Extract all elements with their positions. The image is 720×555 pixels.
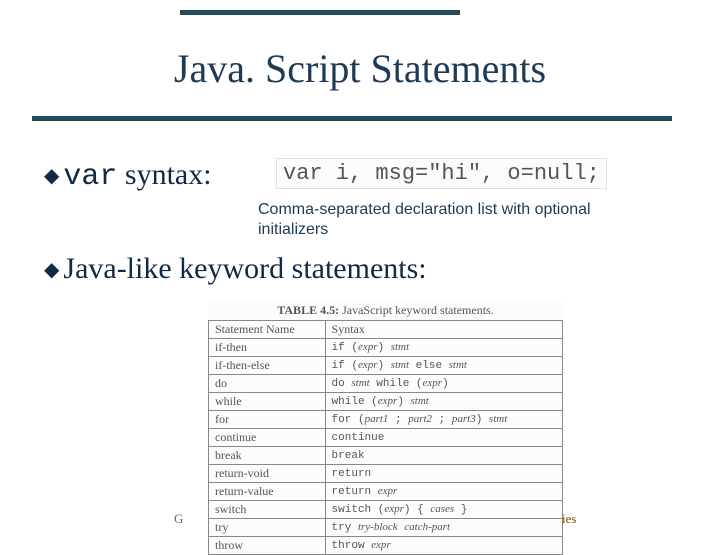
statement-syntax-cell: return bbox=[325, 465, 562, 483]
statement-syntax-cell: while (expr) stmt bbox=[325, 393, 562, 411]
statement-syntax-cell: return expr bbox=[325, 483, 562, 501]
statement-syntax-cell: break bbox=[325, 447, 562, 465]
statement-name-cell: try bbox=[209, 519, 326, 537]
bullet-var-rest: syntax: bbox=[117, 158, 211, 191]
bullet-icon: ◆ bbox=[44, 259, 59, 281]
table-caption-label: TABLE 4.5: bbox=[277, 303, 339, 317]
statement-name-cell: switch bbox=[209, 501, 326, 519]
statement-name-cell: continue bbox=[209, 429, 326, 447]
table-caption: TABLE 4.5: JavaScript keyword statements… bbox=[208, 300, 563, 320]
title-underline bbox=[32, 116, 672, 121]
statement-name-cell: break bbox=[209, 447, 326, 465]
table-row: dodo stmt while (expr) bbox=[209, 375, 563, 393]
table-row: breakbreak bbox=[209, 447, 563, 465]
table-header-name: Statement Name bbox=[209, 321, 326, 339]
statement-name-cell: if-then-else bbox=[209, 357, 326, 375]
bullet-java-like-text: Java-like keyword statements: bbox=[63, 252, 426, 285]
bullet-var-code: var bbox=[63, 160, 117, 194]
statement-name-cell: if-then bbox=[209, 339, 326, 357]
statement-syntax-cell: continue bbox=[325, 429, 562, 447]
var-example-code: var i, msg="hi", o=null; bbox=[276, 158, 607, 189]
footer-right-fragment: ies bbox=[562, 511, 576, 527]
statement-syntax-cell: for (part1 ; part2 ; part3) stmt bbox=[325, 411, 562, 429]
statement-syntax-cell: switch (expr) { cases } bbox=[325, 501, 562, 519]
statement-syntax-cell: if (expr) stmt bbox=[325, 339, 562, 357]
table-row: forfor (part1 ; part2 ; part3) stmt bbox=[209, 411, 563, 429]
statement-name-cell: return-void bbox=[209, 465, 326, 483]
bullet-var-syntax: ◆var syntax: bbox=[44, 160, 212, 192]
table-row: throwthrow expr bbox=[209, 537, 563, 555]
top-rule bbox=[180, 10, 460, 15]
statement-name-cell: do bbox=[209, 375, 326, 393]
statements-table: Statement Name Syntax if-thenif (expr) s… bbox=[208, 320, 563, 555]
bullet-java-like: ◆Java-like keyword statements: bbox=[44, 254, 427, 284]
statement-syntax-cell: if (expr) stmt else stmt bbox=[325, 357, 562, 375]
table-row: continuecontinue bbox=[209, 429, 563, 447]
table-row: return-valuereturn expr bbox=[209, 483, 563, 501]
table-row: whilewhile (expr) stmt bbox=[209, 393, 563, 411]
table-row: if-then-elseif (expr) stmt else stmt bbox=[209, 357, 563, 375]
bullet-icon: ◆ bbox=[44, 165, 59, 187]
statement-name-cell: while bbox=[209, 393, 326, 411]
table-row: if-thenif (expr) stmt bbox=[209, 339, 563, 357]
statement-name-cell: for bbox=[209, 411, 326, 429]
statement-name-cell: return-value bbox=[209, 483, 326, 501]
slide-title: Java. Script Statements bbox=[0, 45, 720, 92]
table-header-syntax: Syntax bbox=[325, 321, 562, 339]
table-row: return-voidreturn bbox=[209, 465, 563, 483]
table-row: switchswitch (expr) { cases } bbox=[209, 501, 563, 519]
statement-syntax-cell: try try-block catch-part bbox=[325, 519, 562, 537]
table-row: trytry try-block catch-part bbox=[209, 519, 563, 537]
statement-syntax-cell: throw expr bbox=[325, 537, 562, 555]
var-note: Comma-separated declaration list with op… bbox=[258, 200, 618, 240]
table-caption-text: JavaScript keyword statements. bbox=[339, 303, 494, 317]
statement-name-cell: throw bbox=[209, 537, 326, 555]
statement-syntax-cell: do stmt while (expr) bbox=[325, 375, 562, 393]
keyword-statements-table: TABLE 4.5: JavaScript keyword statements… bbox=[208, 300, 563, 555]
footer-left-fragment: G bbox=[174, 511, 183, 527]
